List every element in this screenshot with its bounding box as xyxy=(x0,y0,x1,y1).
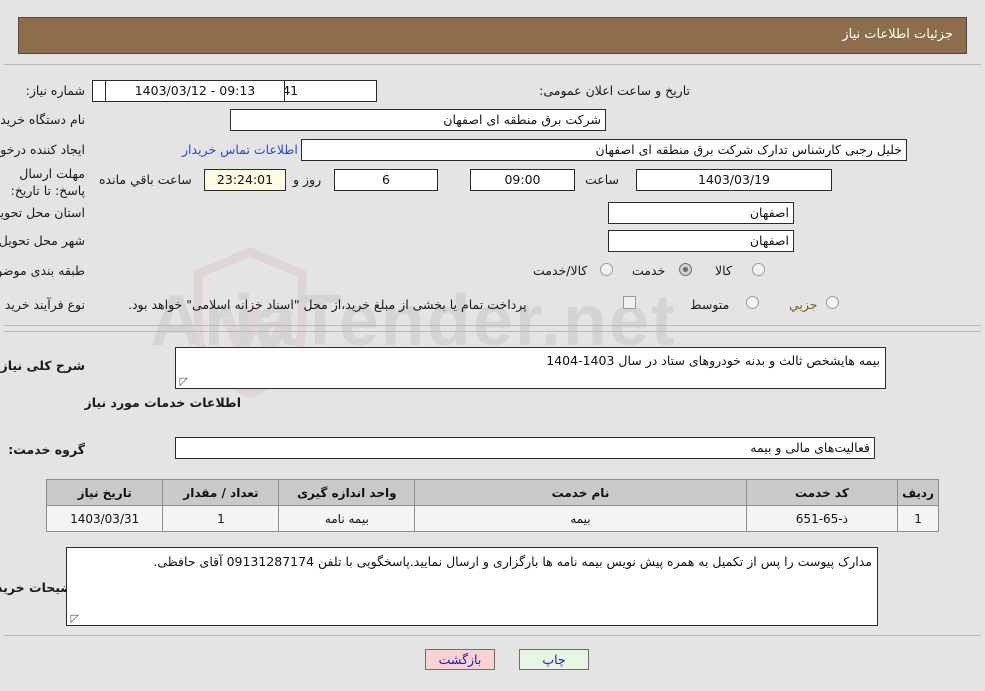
cell-code: ذ-65-651 xyxy=(745,505,899,532)
cell-need-date: 1403/03/31 xyxy=(45,505,164,532)
col-need-date: تاریخ نیاز xyxy=(45,479,164,506)
col-unit: واحد اندازه گیری xyxy=(278,479,416,506)
page-header-bar: جزئیات اطلاعات نیاز xyxy=(18,17,967,54)
page-root: AriaTender.net جزئیات اطلاعات نیاز شماره… xyxy=(0,0,985,691)
top-info-panel xyxy=(4,64,981,326)
col-code: کد خدمت xyxy=(745,479,899,506)
page-title: جزئیات اطلاعات نیاز xyxy=(842,27,953,42)
print-button[interactable]: چاپ xyxy=(519,649,589,670)
table-row[interactable]: 1 ذ-65-651 بیمه بیمه نامه 1 1403/03/31 xyxy=(45,505,939,532)
table-header-row: ردیف کد خدمت نام خدمت واحد اندازه گیری ت… xyxy=(45,479,939,506)
col-quantity: تعداد / مقدار xyxy=(162,479,280,506)
cell-name: بیمه xyxy=(414,505,747,532)
cell-quantity: 1 xyxy=(162,505,280,532)
col-radif: ردیف xyxy=(897,479,939,506)
cell-unit: بیمه نامه xyxy=(278,505,416,532)
services-table: ردیف کد خدمت نام خدمت واحد اندازه گیری ت… xyxy=(45,479,939,532)
back-button[interactable]: بازگشت xyxy=(425,649,495,670)
cell-radif: 1 xyxy=(897,505,939,532)
col-name: نام خدمت xyxy=(414,479,747,506)
